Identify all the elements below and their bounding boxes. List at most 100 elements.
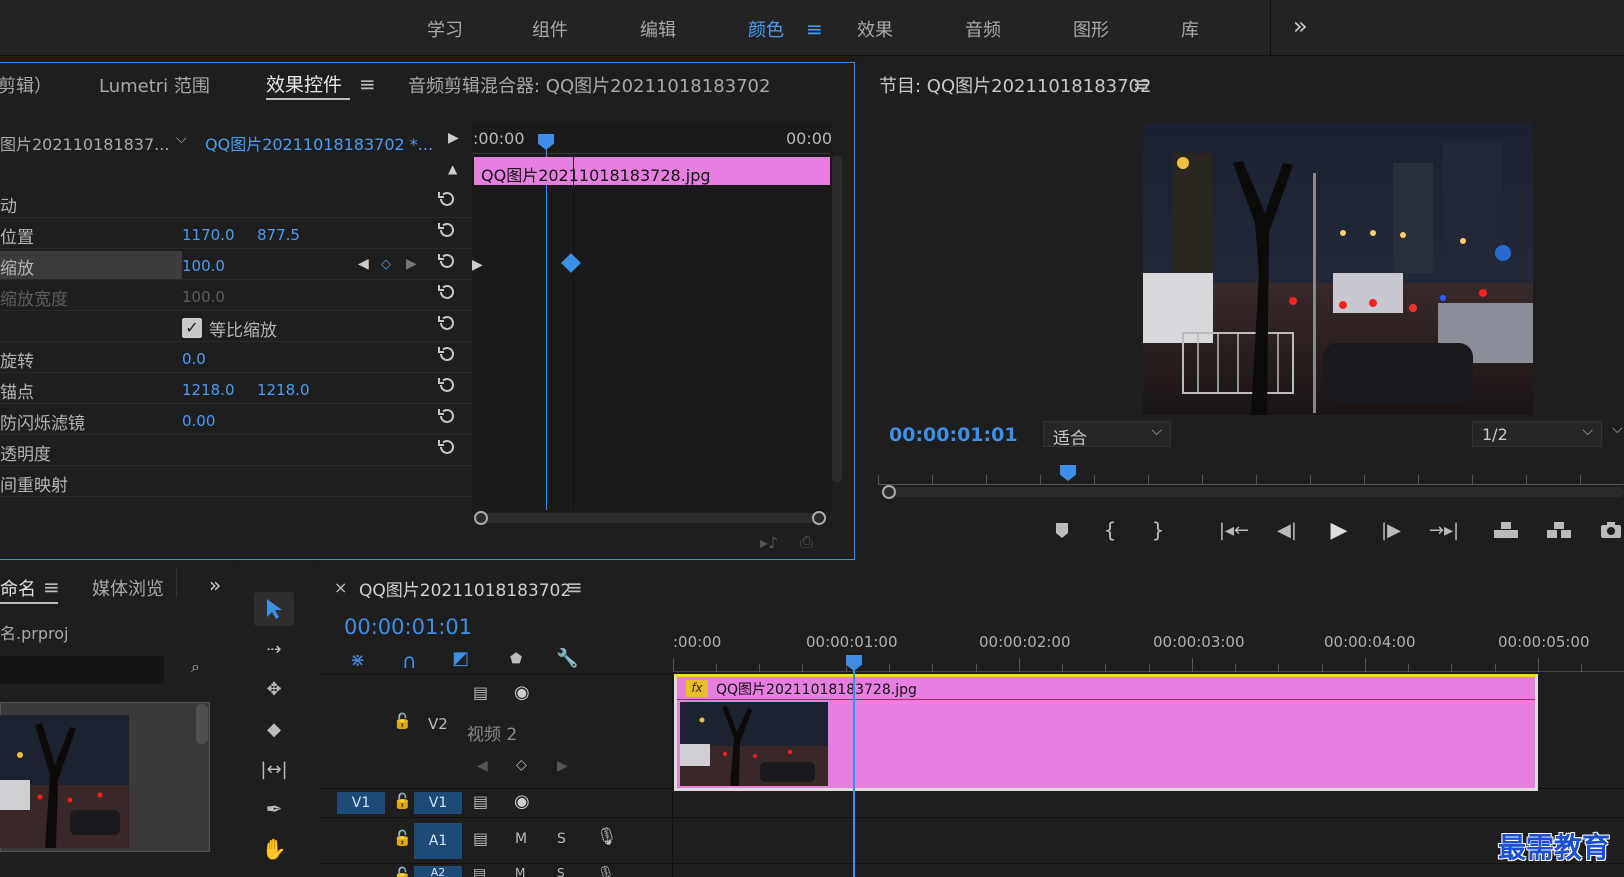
step-forward-icon[interactable]: |▶ (1375, 516, 1407, 544)
timeline-menu-icon[interactable]: ≡ (566, 575, 583, 599)
tab-lumetri-scopes[interactable]: Lumetri 范围 (99, 72, 210, 98)
snap-icon[interactable]: ∩ (402, 649, 417, 673)
fx-badge[interactable]: fx (686, 680, 708, 697)
timeline-settings-icon[interactable]: 🔧 (556, 648, 578, 669)
reset-icon[interactable] (436, 281, 458, 303)
effect-controls-menu-icon[interactable]: ≡ (359, 72, 376, 96)
workspace-tab-editing[interactable]: 编辑 (640, 16, 676, 42)
track-select-tool-icon[interactable]: ⇢ (254, 632, 294, 666)
reset-icon[interactable] (436, 250, 458, 272)
program-video-frame[interactable] (1143, 123, 1533, 415)
a2-sync-lock-icon[interactable]: ▤ (473, 866, 486, 877)
lift-icon[interactable] (1490, 516, 1522, 544)
tab-effect-controls[interactable]: 效果控件 (266, 70, 342, 97)
workspace-tab-audio[interactable]: 音频 (965, 16, 1001, 42)
export-icon[interactable]: ⎙ (800, 532, 813, 552)
timeline-close-icon[interactable]: × (334, 578, 347, 597)
a1-mute-button[interactable]: M (515, 831, 527, 847)
pen-tool-icon[interactable]: ✒ (254, 792, 294, 826)
a2-voiceover-mic-icon[interactable]: 🎙 (597, 866, 615, 877)
position-x-value[interactable]: 1170.0 (182, 226, 235, 244)
v1-track-target[interactable]: V1 (414, 792, 462, 814)
razor-tool-icon[interactable]: ◆ (254, 712, 294, 746)
play-audio-icon[interactable]: ▸♪ (760, 533, 778, 552)
reset-icon[interactable] (436, 219, 458, 241)
fit-dropdown[interactable]: 适合 ⌵ (1043, 421, 1171, 449)
more-settings-icon[interactable]: ⌵ (1612, 421, 1623, 437)
add-keyframe-icon[interactable]: ◇ (381, 257, 391, 272)
program-ruler[interactable] (878, 467, 1624, 485)
workspace-tab-assembly[interactable]: 组件 (532, 16, 568, 42)
v2-toggle-output-icon[interactable]: ▤ (473, 683, 488, 702)
export-frame-icon[interactable] (1595, 516, 1624, 544)
chevron-down-icon[interactable]: ⌵ (176, 131, 187, 147)
v2-add-keyframe-icon[interactable]: ◇ (516, 757, 527, 773)
source-clip-name[interactable]: 图片202110181837... (0, 131, 169, 155)
add-marker-icon[interactable] (1046, 516, 1078, 544)
reset-icon[interactable] (436, 312, 458, 334)
play-icon[interactable]: ▶ (1323, 516, 1355, 544)
program-timecode[interactable]: 00:00:01:01 (889, 424, 1018, 446)
v2-next-keyframe-icon[interactable]: ▶ (557, 758, 568, 774)
position-y-value[interactable]: 877.5 (257, 226, 300, 244)
play-only-clip-audio-icon[interactable]: ▶ (448, 130, 459, 146)
project-clip-thumbnail[interactable] (0, 715, 129, 848)
mark-in-icon[interactable]: { (1094, 516, 1126, 544)
tab-audio-clip-mixer[interactable]: 音频剪辑混合器: QQ图片20211018183702 (408, 72, 770, 98)
timeline-ruler[interactable] (673, 652, 1624, 672)
v1-lock-icon[interactable]: 🔓 (393, 792, 412, 810)
a2-mute-button[interactable]: M (515, 866, 525, 877)
anchor-y-value[interactable]: 1218.0 (257, 381, 310, 399)
workspace-tab-graphics[interactable]: 图形 (1073, 16, 1109, 42)
ripple-edit-tool-icon[interactable]: ✥ (254, 672, 294, 706)
go-to-out-icon[interactable]: →▸| (1428, 516, 1460, 544)
project-menu-icon[interactable]: ≡ (43, 575, 60, 599)
slip-tool-icon[interactable]: |↔| (254, 752, 294, 786)
anti-flicker-value[interactable]: 0.00 (182, 412, 215, 430)
project-search-input[interactable] (0, 656, 164, 684)
step-back-icon[interactable]: ◀| (1271, 516, 1303, 544)
ec-vertical-scrollbar[interactable] (832, 156, 842, 482)
reset-icon[interactable] (436, 436, 458, 458)
a2-lock-icon[interactable]: 🔓 (393, 866, 412, 877)
add-marker-icon[interactable]: ⬟ (510, 651, 522, 667)
reset-icon[interactable] (436, 343, 458, 365)
workspace-menu-icon[interactable]: ≡ (806, 17, 823, 41)
rotation-value[interactable]: 0.0 (182, 350, 206, 368)
tab-project[interactable]: 命名 (0, 575, 36, 601)
v1-eye-icon[interactable]: ◉ (514, 791, 530, 812)
sequence-clip-name[interactable]: QQ图片20211018183702 *... (205, 131, 433, 155)
ec-scroll-handle-right[interactable] (812, 511, 826, 525)
v1-source-patch[interactable]: V1 (337, 792, 385, 814)
workspace-tab-effects[interactable]: 效果 (857, 16, 893, 42)
v2-lock-icon[interactable]: 🔓 (393, 712, 412, 730)
program-zoom-handle[interactable] (882, 485, 896, 499)
hand-tool-icon[interactable]: ✋ (254, 832, 294, 866)
program-monitor-menu-icon[interactable]: ≡ (1133, 72, 1150, 96)
prev-keyframe-icon[interactable]: ◀ (358, 256, 369, 272)
reset-icon[interactable] (436, 374, 458, 396)
next-keyframe-icon[interactable]: ▶ (406, 256, 417, 272)
timeline-timecode[interactable]: 00:00:01:01 (344, 615, 472, 639)
v2-track-name[interactable]: 视频 2 (467, 720, 517, 745)
program-zoom-bar[interactable] (884, 487, 1624, 497)
linked-selection-icon[interactable]: ◩ (452, 648, 469, 669)
uniform-scale-checkbox[interactable]: ✓ (182, 318, 202, 338)
v2-prev-keyframe-icon[interactable]: ◀ (477, 758, 488, 774)
scale-value[interactable]: 100.0 (182, 257, 225, 275)
v2-track-label[interactable]: V2 (428, 715, 448, 733)
tab-source-clip[interactable]: 剪辑） (0, 72, 52, 98)
a2-solo-button[interactable]: S (557, 866, 565, 877)
a1-lock-icon[interactable]: 🔓 (393, 829, 412, 847)
selection-tool-icon[interactable] (254, 592, 294, 626)
go-to-in-icon[interactable]: |◂← (1218, 516, 1250, 544)
reset-icon[interactable] (436, 188, 458, 210)
nest-icon[interactable]: ⋇ (350, 650, 365, 671)
extract-icon[interactable] (1543, 516, 1575, 544)
workspace-more-icon[interactable]: » (1293, 12, 1308, 40)
resolution-dropdown[interactable]: 1/2 ⌵ (1472, 421, 1602, 447)
a1-voiceover-mic-icon[interactable]: 🎙 (596, 827, 618, 847)
mark-out-icon[interactable]: } (1142, 516, 1174, 544)
panel-more-icon[interactable]: » (209, 573, 221, 597)
ec-horizontal-scrollbar[interactable] (476, 513, 822, 523)
